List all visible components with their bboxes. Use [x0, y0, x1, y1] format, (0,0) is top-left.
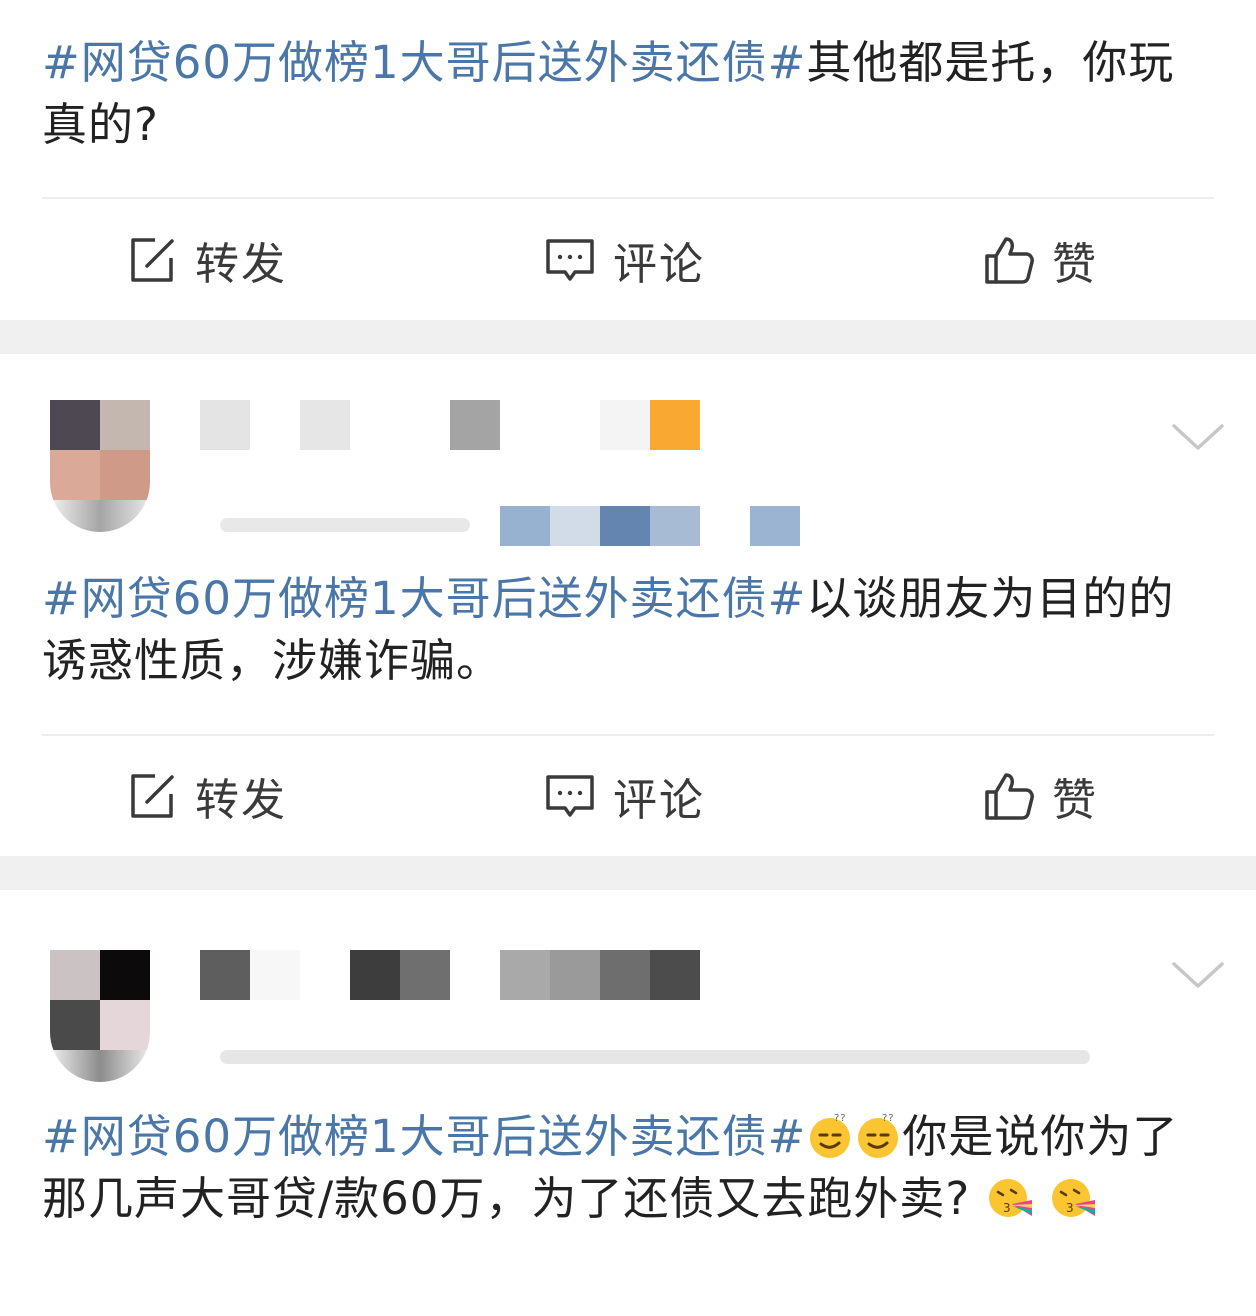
post-meta-censored: [220, 1046, 1090, 1068]
post-1-hashtag[interactable]: #网贷60万做榜1大哥后送外卖还债#: [42, 36, 806, 89]
smirk-emoji-icon: ??: [858, 1113, 899, 1158]
repost-label: 转发: [195, 775, 287, 826]
comment-label: 评论: [613, 775, 705, 826]
comment-button[interactable]: 评论: [543, 741, 705, 851]
post-meta-censored: [220, 506, 800, 546]
comment-icon: [543, 233, 597, 287]
post-card-3: #网贷60万做榜1大哥后送外卖还债#???? 你是说你为了那几声大哥贷/款60万，…: [0, 890, 1256, 1316]
avatar[interactable]: [50, 950, 150, 1082]
repost-icon: [125, 769, 179, 823]
rainbow-puke-emoji-icon: 3: [1051, 1179, 1095, 1217]
username-censored[interactable]: [200, 400, 700, 450]
svg-text:??: ??: [834, 1113, 847, 1124]
repost-button[interactable]: 转发: [125, 205, 287, 315]
comment-label: 评论: [613, 239, 705, 290]
post-3-hashtag[interactable]: #网贷60万做榜1大哥后送外卖还债#: [42, 1110, 806, 1163]
post-1-text: #网贷60万做榜1大哥后送外卖还债#其他都是托，你玩真的?: [42, 32, 1217, 156]
post-card-2: #网贷60万做榜1大哥后送外卖还债#以谈朋友为目的的诱惑性质，涉嫌诈骗。 转发 …: [0, 354, 1256, 856]
like-button[interactable]: 赞: [982, 741, 1098, 851]
svg-text:3: 3: [1066, 1201, 1075, 1215]
avatar[interactable]: [50, 400, 150, 532]
post-2-divider: [42, 734, 1214, 736]
svg-text:??: ??: [882, 1113, 895, 1124]
comment-icon: [543, 769, 597, 823]
post-2-text: #网贷60万做榜1大哥后送外卖还债#以谈朋友为目的的诱惑性质，涉嫌诈骗。: [42, 568, 1217, 692]
feed-separator-2: [0, 856, 1256, 890]
repost-icon: [125, 233, 179, 287]
post-3-text: #网贷60万做榜1大哥后送外卖还债#???? 你是说你为了那几声大哥贷/款60万，…: [42, 1106, 1217, 1230]
thumbs-up-icon: [982, 769, 1036, 823]
username-censored[interactable]: [200, 950, 700, 1000]
post-1-action-bar: 转发 评论 赞: [0, 205, 1256, 315]
post-1-divider: [42, 197, 1214, 199]
thumbs-up-icon: [982, 233, 1036, 287]
chevron-down-icon[interactable]: [1170, 416, 1226, 456]
post-2-action-bar: 转发 评论 赞: [0, 741, 1256, 851]
like-label: 赞: [1052, 775, 1098, 826]
comment-button[interactable]: 评论: [543, 205, 705, 315]
repost-label: 转发: [195, 239, 287, 290]
repost-button[interactable]: 转发: [125, 741, 287, 851]
feed-separator-1: [0, 320, 1256, 354]
like-label: 赞: [1052, 239, 1098, 290]
smirk-emoji-icon: ??: [810, 1113, 851, 1158]
svg-text:3: 3: [1003, 1201, 1012, 1215]
rainbow-puke-emoji-icon: 3: [988, 1179, 1032, 1217]
like-button[interactable]: 赞: [982, 205, 1098, 315]
post-card-1: #网贷60万做榜1大哥后送外卖还债#其他都是托，你玩真的? 转发 评论 赞: [0, 0, 1256, 320]
chevron-down-icon[interactable]: [1170, 954, 1226, 994]
post-2-hashtag[interactable]: #网贷60万做榜1大哥后送外卖还债#: [42, 572, 806, 625]
